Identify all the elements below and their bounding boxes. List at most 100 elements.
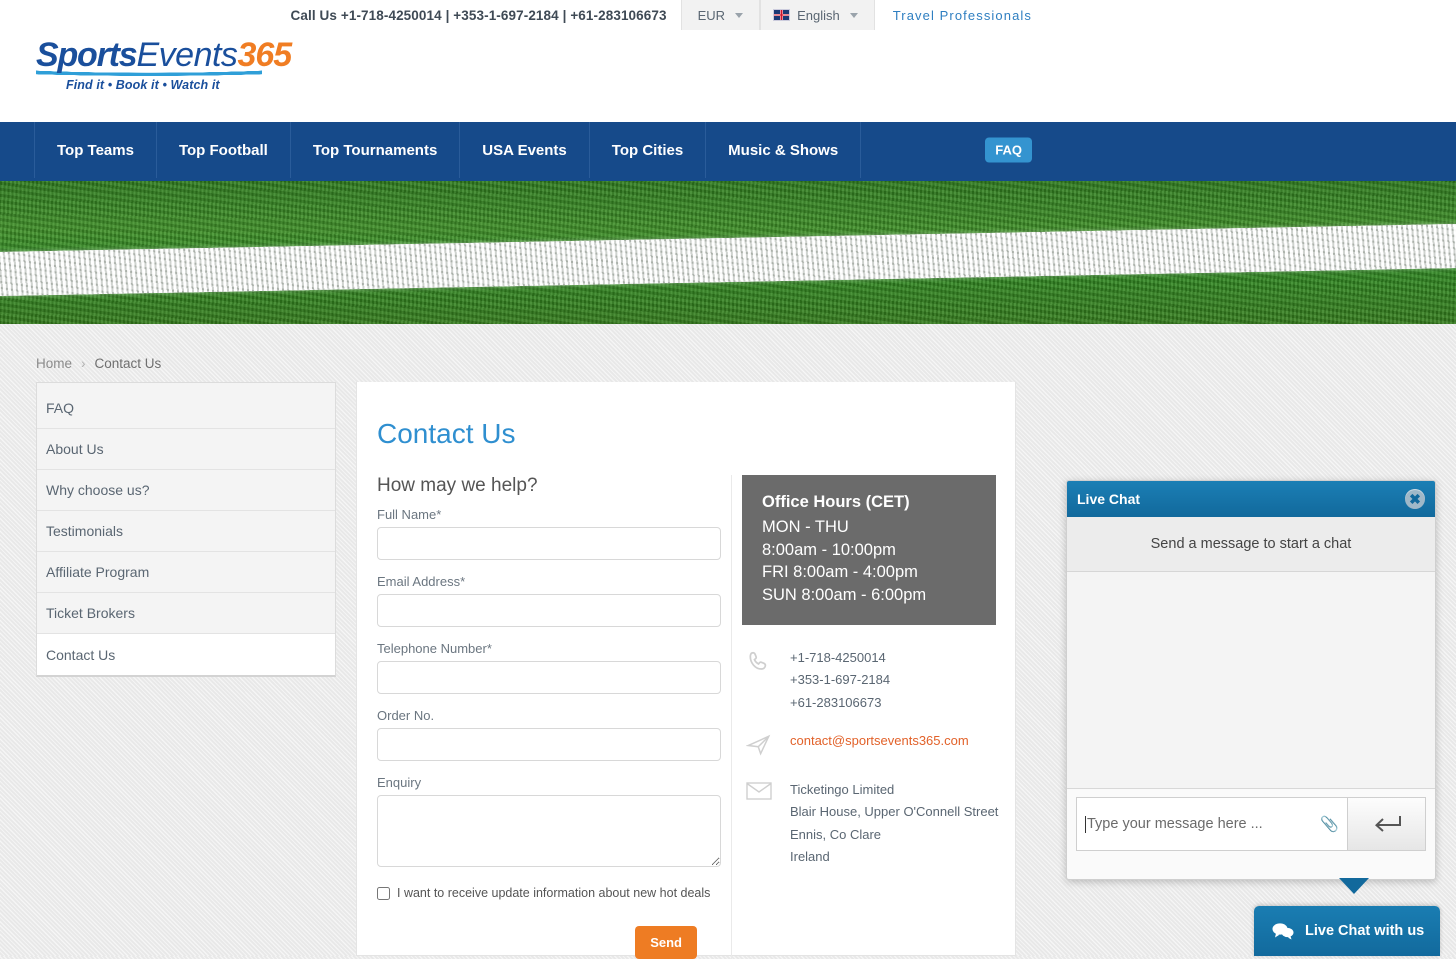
nav-item-top-teams[interactable]: Top Teams [34, 122, 157, 178]
address-line-1: Ticketingo Limited [790, 781, 895, 797]
page-title: Contact Us [377, 418, 516, 449]
currency-selector-label: EUR [697, 7, 726, 23]
send-row: Send [377, 926, 723, 959]
phone-number-2[interactable]: +353-1-697-2184 [790, 669, 890, 691]
enquiry-label: Enquiry [377, 775, 422, 790]
breadcrumb-current: Contact Us [94, 356, 162, 371]
language-selector-label: English [797, 7, 840, 23]
newsletter-label: I want to receive update information abo… [397, 886, 711, 900]
chevron-down-icon [735, 12, 744, 18]
telephone-input[interactable] [377, 661, 721, 694]
logo-band: SportsEvents365 Find it • Book it • Watc… [0, 30, 1456, 122]
send-button[interactable]: Send [635, 926, 697, 959]
nav-item-top-cities[interactable]: Top Cities [590, 122, 707, 178]
live-chat-pointer [1339, 878, 1369, 894]
order-no-input[interactable] [377, 728, 721, 761]
nav-item-music-and-shows[interactable]: Music & Shows [706, 122, 862, 178]
live-chat-input-placeholder: Type your message here ... [1087, 816, 1263, 832]
newsletter-optin-row: I want to receive update information abo… [377, 886, 723, 900]
field-order-no: Order No. [377, 708, 723, 761]
breadcrumb-separator: › [81, 356, 86, 371]
contact-details: +1-718-4250014 +353-1-697-2184 +61-28310… [742, 647, 1005, 869]
field-telephone: Telephone Number* [377, 641, 723, 694]
postal-address: Ticketingo Limited Blair House, Upper O'… [790, 779, 998, 868]
pitch-line-marking [0, 223, 1456, 297]
phone-icon [746, 647, 790, 680]
address-row: Ticketingo Limited Blair House, Upper O'… [746, 779, 1005, 868]
live-chat-notice: Send a message to start a chat [1067, 517, 1435, 572]
address-line-3: Ennis, Co Clare [790, 826, 882, 842]
live-chat-message-input[interactable]: Type your message here ... 📎 [1076, 797, 1348, 851]
office-hours-line-1: MON - THU [762, 517, 849, 536]
phone-number-1[interactable]: +1-718-4250014 [790, 647, 890, 669]
chevron-down-icon [849, 12, 858, 18]
office-hours-title: Office Hours (CET) [762, 493, 910, 511]
nav-item-usa-events[interactable]: USA Events [460, 122, 590, 178]
breadcrumb-home[interactable]: Home [36, 356, 72, 371]
live-chat-header: Live Chat ✖ [1067, 481, 1435, 517]
currency-selector[interactable]: EUR [680, 0, 761, 30]
phone-numbers: +1-718-4250014 +353-1-697-2184 +61-28310… [790, 647, 890, 714]
uk-flag-icon [773, 9, 791, 21]
live-chat-message-log [1067, 572, 1435, 788]
faq-button[interactable]: FAQ [985, 137, 1032, 163]
nav-item-top-tournaments[interactable]: Top Tournaments [291, 122, 461, 178]
hero-grass-banner [0, 178, 1456, 324]
logo-wordmark: SportsEvents365 [36, 36, 292, 74]
travel-professionals-link[interactable]: Travel Professionals [875, 0, 1050, 30]
site-logo[interactable]: SportsEvents365 Find it • Book it • Watc… [36, 36, 292, 92]
office-hours-line-3: FRI 8:00am - 4:00pm [762, 563, 918, 582]
full-name-input[interactable] [377, 527, 721, 560]
full-name-label: Full Name* [377, 507, 442, 522]
office-hours-line-4: SUN 8:00am - 6:00pm [762, 586, 927, 605]
newsletter-checkbox[interactable] [377, 886, 390, 900]
live-chat-input-row: Type your message here ... 📎 [1067, 788, 1435, 859]
email-row: contact@sportsevents365.com [745, 730, 1005, 763]
chat-bubbles-icon [1272, 923, 1294, 940]
form-heading: How may we help? [377, 475, 538, 496]
telephone-label: Telephone Number* [377, 641, 492, 656]
email-input[interactable] [377, 594, 721, 627]
paperclip-icon[interactable]: 📎 [1320, 815, 1339, 833]
email-address[interactable]: contact@sportsevents365.com [790, 730, 969, 752]
main-navigation: Top Teams Top Football Top Tournaments U… [0, 122, 1456, 178]
address-line-4: Ireland [790, 848, 830, 864]
live-chat-send-button[interactable] [1348, 797, 1426, 851]
nav-item-top-football[interactable]: Top Football [157, 122, 291, 178]
logo-tagline: Find it • Book it • Watch it [66, 78, 220, 92]
top-utility-bar: Call Us +1-718-4250014 | +353-1-697-2184… [0, 0, 1456, 30]
contact-info-column: Office Hours (CET) MON - THU 8:00am - 10… [731, 475, 1005, 959]
live-chat-cta-button[interactable]: Live Chat with us [1254, 906, 1440, 956]
sidebar-item-testimonials[interactable]: Testimonials [37, 511, 335, 552]
enquiry-textarea[interactable] [377, 795, 721, 867]
field-enquiry: Enquiry [377, 775, 723, 872]
logo-text-sports: Sports [36, 36, 138, 74]
order-no-label: Order No. [377, 708, 435, 723]
contact-form: How may we help? Full Name* Email Addres… [357, 475, 723, 959]
paper-plane-icon [745, 730, 790, 763]
office-hours-line-2: 8:00am - 10:00pm [762, 540, 896, 559]
address-line-2: Blair House, Upper O'Connell Street [790, 804, 999, 820]
sidebar-item-about-us[interactable]: About Us [37, 429, 335, 470]
phone-number-3[interactable]: +61-283106673 [790, 692, 890, 714]
sidebar-item-ticket-brokers[interactable]: Ticket Brokers [37, 593, 335, 634]
sidebar-item-why-choose-us[interactable]: Why choose us? [37, 470, 335, 511]
close-icon[interactable]: ✖ [1405, 489, 1425, 509]
envelope-icon [746, 779, 790, 806]
live-chat-widget: Live Chat ✖ Send a message to start a ch… [1066, 480, 1436, 894]
text-cursor [1085, 815, 1086, 833]
field-full-name: Full Name* [377, 507, 723, 560]
field-email: Email Address* [377, 574, 723, 627]
sidebar-item-affiliate-program[interactable]: Affiliate Program [37, 552, 335, 593]
language-selector[interactable]: English [760, 0, 875, 30]
sidebar-item-faq[interactable]: FAQ [37, 388, 335, 429]
email-label: Email Address* [377, 574, 466, 589]
phone-row: +1-718-4250014 +353-1-697-2184 +61-28310… [746, 647, 1005, 714]
sidebar-item-contact-us[interactable]: Contact Us [37, 634, 335, 675]
logo-text-365: 365 [237, 36, 292, 74]
content-card: Contact Us How may we help? Full Name* E… [356, 382, 1016, 959]
office-hours-box: Office Hours (CET) MON - THU 8:00am - 10… [742, 475, 996, 625]
breadcrumb: Home › Contact Us [36, 356, 161, 371]
call-us-text: Call Us +1-718-4250014 | +353-1-697-2184… [290, 7, 667, 23]
live-chat-cta-label: Live Chat with us [1305, 923, 1425, 939]
